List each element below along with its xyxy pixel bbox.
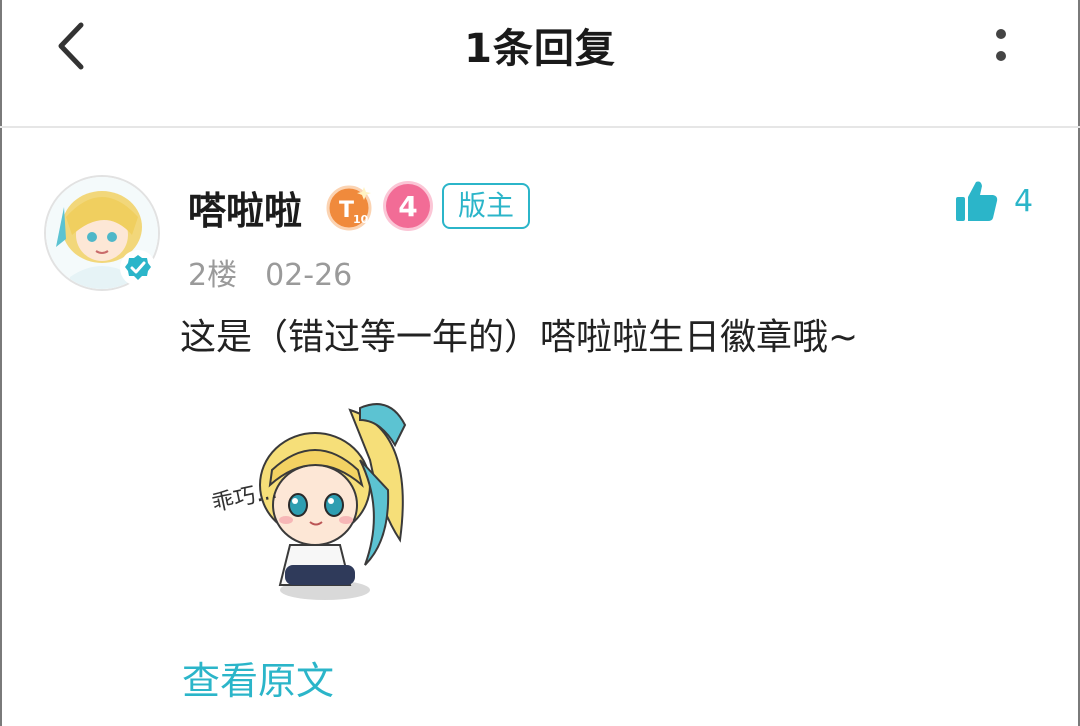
page-title: 1条回复 — [464, 26, 616, 72]
thumbs-up-icon — [956, 181, 998, 221]
svg-text:T: T — [339, 198, 354, 223]
floor-number: 2楼 — [188, 258, 238, 293]
tenure-badge-icon: T 10 — [326, 185, 372, 231]
sticker-image[interactable]: 乖巧… — [200, 390, 430, 620]
more-options-button[interactable] — [976, 20, 1026, 70]
post-date: 02-26 — [265, 258, 353, 293]
like-button[interactable] — [954, 178, 1000, 224]
top-bar: 1条回复 — [0, 0, 1080, 128]
verified-badge-icon — [120, 250, 156, 286]
more-vertical-icon — [996, 29, 1006, 39]
view-original-link[interactable]: 查看原文 — [182, 650, 334, 705]
post-meta: 2楼 02-26 — [188, 250, 352, 294]
reply-content: 这是（错过等一年的）嗒啦啦生日徽章哦~ — [180, 317, 859, 358]
tenure-badge-label: 10 — [353, 213, 369, 226]
header-divider — [0, 126, 1080, 128]
level-badge: 4 — [386, 184, 430, 228]
username[interactable]: 嗒啦啦 — [188, 180, 302, 235]
like-count: 4 — [1014, 184, 1034, 219]
role-tag: 版主 — [442, 183, 531, 229]
